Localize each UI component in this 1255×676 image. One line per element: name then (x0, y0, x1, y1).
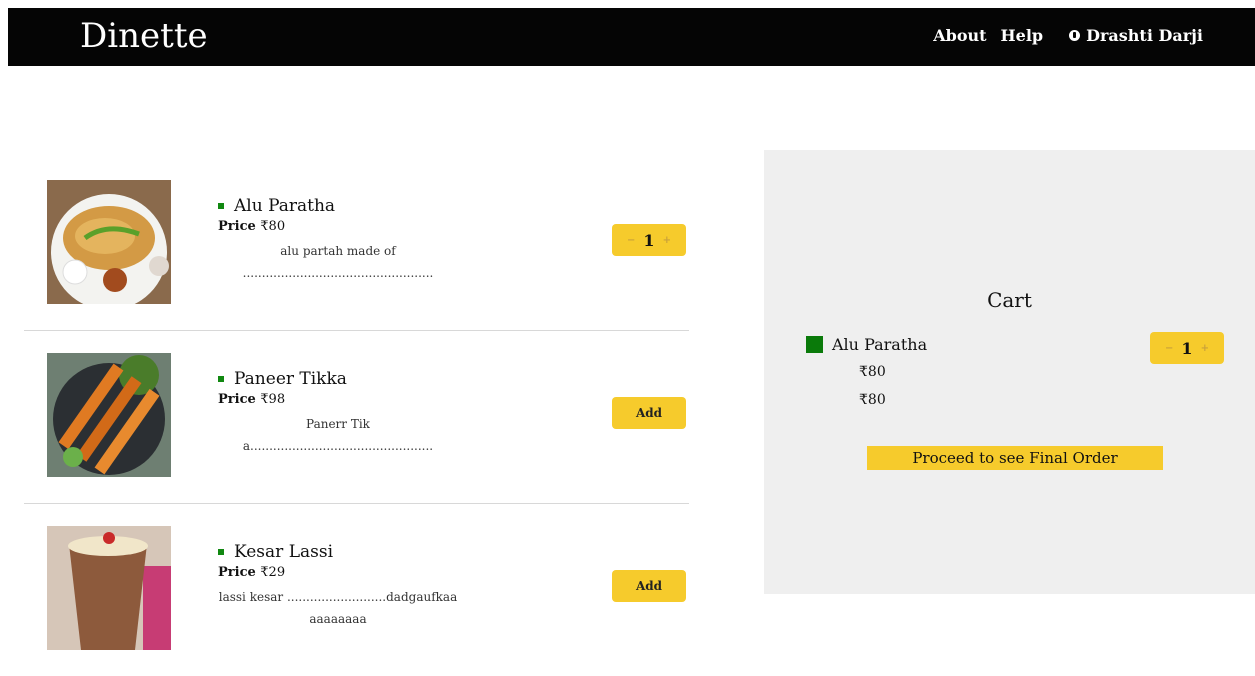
proceed-final-order-button[interactable]: Proceed to see Final Order (867, 446, 1163, 470)
veg-indicator-icon (806, 336, 823, 353)
cart-quantity-value: 1 (1181, 338, 1193, 358)
add-button[interactable]: Add (612, 397, 686, 429)
nav-help-link[interactable]: Help (1001, 26, 1044, 45)
paneer-tikka-image (47, 353, 171, 477)
veg-indicator-icon (218, 376, 224, 382)
cart-item-name: Alu Paratha (832, 335, 928, 354)
cart-total-price: ₹80 (859, 392, 886, 408)
nav-links: About Help Drashti Darji (933, 26, 1203, 45)
top-navbar: Dinette About Help Drashti Darji (8, 8, 1255, 66)
item-description: Panerr Tika.............................… (242, 417, 434, 453)
cart-title: Cart (987, 288, 1032, 312)
price-label: Price (218, 565, 256, 580)
decrement-button[interactable]: − (627, 235, 635, 246)
item-price: ₹29 (260, 565, 286, 580)
cart-unit-price: ₹80 (859, 364, 886, 380)
quantity-stepper[interactable]: − 1 + (612, 224, 686, 256)
kesar-lassi-image (47, 526, 171, 650)
menu-item: Alu Paratha Price ₹80 alu partah made of… (24, 158, 689, 331)
cart-quantity-stepper[interactable]: − 1 + (1150, 332, 1224, 364)
menu-item-info: Kesar Lassi Price ₹29 lassi kesar ......… (218, 542, 478, 630)
add-button[interactable]: Add (612, 570, 686, 602)
menu-item: Paneer Tikka Price ₹98 Panerr Tika......… (24, 331, 689, 504)
item-price: ₹80 (260, 219, 286, 234)
item-description: alu partah made of .....................… (242, 244, 434, 280)
nav-user-menu[interactable]: Drashti Darji (1069, 26, 1203, 45)
user-icon (1069, 30, 1081, 41)
nav-about-link[interactable]: About (933, 26, 986, 45)
price-label: Price (218, 392, 256, 407)
increment-button[interactable]: + (663, 235, 671, 246)
item-description: lassi kesar ..........................da… (218, 590, 458, 626)
quantity-value: 1 (643, 230, 655, 250)
increment-button[interactable]: + (1201, 343, 1209, 354)
cart-panel: Cart Alu Paratha − 1 + ₹80 ₹80 Proceed t… (764, 150, 1255, 594)
menu-item: Kesar Lassi Price ₹29 lassi kesar ......… (24, 504, 689, 676)
item-name: Alu Paratha (234, 196, 336, 216)
brand-logo[interactable]: Dinette (80, 16, 208, 56)
menu-item-info: Paneer Tikka Price ₹98 Panerr Tika......… (218, 369, 478, 457)
menu-list: Alu Paratha Price ₹80 alu partah made of… (24, 158, 689, 676)
item-name: Paneer Tikka (234, 369, 347, 389)
alu-paratha-image (47, 180, 171, 304)
item-price: ₹98 (260, 392, 286, 407)
item-name: Kesar Lassi (234, 542, 334, 562)
veg-indicator-icon (218, 549, 224, 555)
menu-item-info: Alu Paratha Price ₹80 alu partah made of… (218, 196, 478, 284)
decrement-button[interactable]: − (1165, 343, 1173, 354)
user-name: Drashti Darji (1086, 26, 1203, 45)
price-label: Price (218, 219, 256, 234)
veg-indicator-icon (218, 203, 224, 209)
